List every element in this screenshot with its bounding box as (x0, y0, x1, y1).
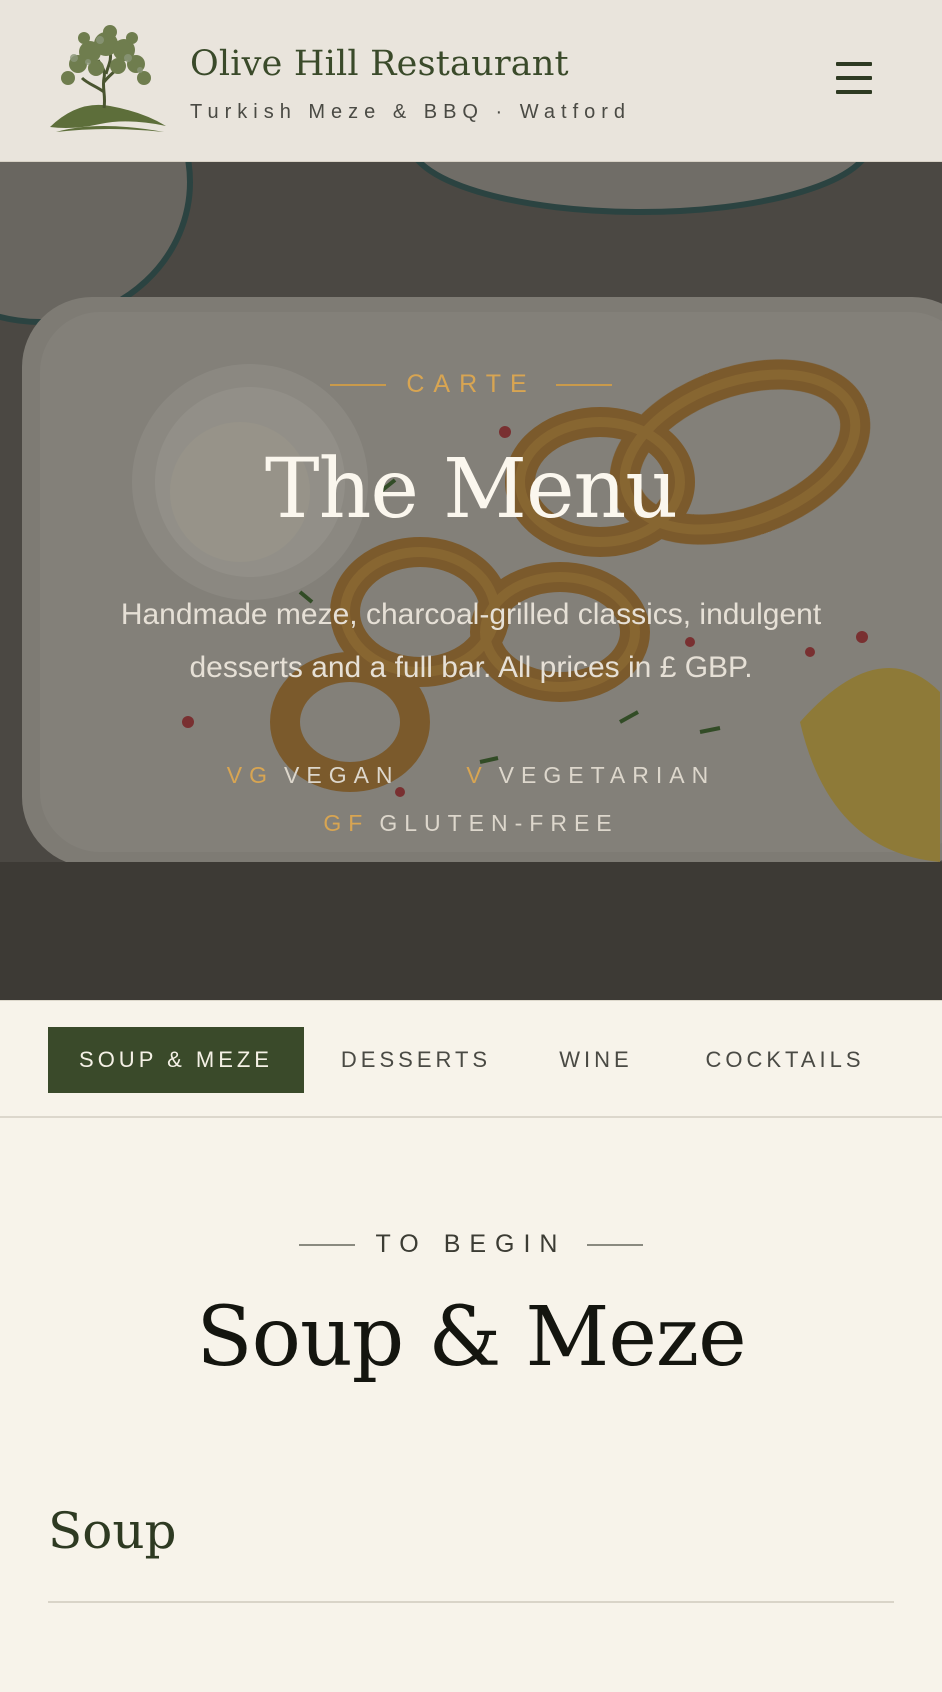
hero-description: Handmade meze, charcoal-grilled classics… (120, 598, 822, 684)
legend-label-gluten-free: GLUTEN-FREE (379, 810, 619, 836)
dietary-legend-row-1: VG VEGAN V VEGETARIAN (0, 762, 942, 789)
legend-code-gluten-free: GF (323, 810, 370, 836)
eyebrow-rule-right (555, 384, 612, 387)
hero-dark-overlay (0, 162, 942, 1000)
section-eyebrow-text: TO BEGIN (375, 1230, 567, 1258)
tab-cocktails[interactable]: COCKTAILS (690, 1027, 880, 1093)
subsection-title-soup: Soup (48, 1502, 177, 1560)
subsection-divider (48, 1601, 894, 1603)
legend-code-vegan: VG (226, 762, 275, 788)
restaurant-tagline: Turkish Meze & BBQ · Watford (190, 101, 632, 123)
restaurant-name[interactable]: Olive Hill Restaurant (190, 44, 569, 84)
dietary-legend-row-2: GF GLUTEN-FREE (0, 810, 942, 837)
hero-banner: CARTE The Menu Handmade meze, charcoal-g… (0, 162, 942, 1000)
section-eyebrow: TO BEGIN (0, 1230, 942, 1259)
eyebrow-rule-left (330, 384, 387, 387)
section-rule-left (299, 1244, 356, 1247)
olive-tree-logo-icon[interactable] (48, 22, 168, 137)
site-header: Olive Hill Restaurant Turkish Meze & BBQ… (0, 0, 942, 162)
hero-eyebrow: CARTE (0, 370, 942, 399)
hero-eyebrow-text: CARTE (406, 370, 536, 398)
section-rule-right (586, 1244, 643, 1247)
hero-title: The Menu (264, 442, 678, 537)
tab-desserts[interactable]: DESSERTS (324, 1027, 508, 1093)
legend-label-vegetarian: VEGETARIAN (498, 762, 716, 788)
legend-code-vegetarian: V (466, 762, 489, 788)
tab-soup-meze[interactable]: SOUP & MEZE (48, 1027, 304, 1093)
section-title: Soup & Meze (196, 1290, 746, 1385)
tab-wine[interactable]: WINE (540, 1027, 652, 1093)
hamburger-menu-icon[interactable] (832, 58, 876, 100)
menu-category-tabs: SOUP & MEZE DESSERTS WINE COCKTAILS (0, 1000, 942, 1118)
legend-label-vegan: VEGAN (284, 762, 400, 788)
